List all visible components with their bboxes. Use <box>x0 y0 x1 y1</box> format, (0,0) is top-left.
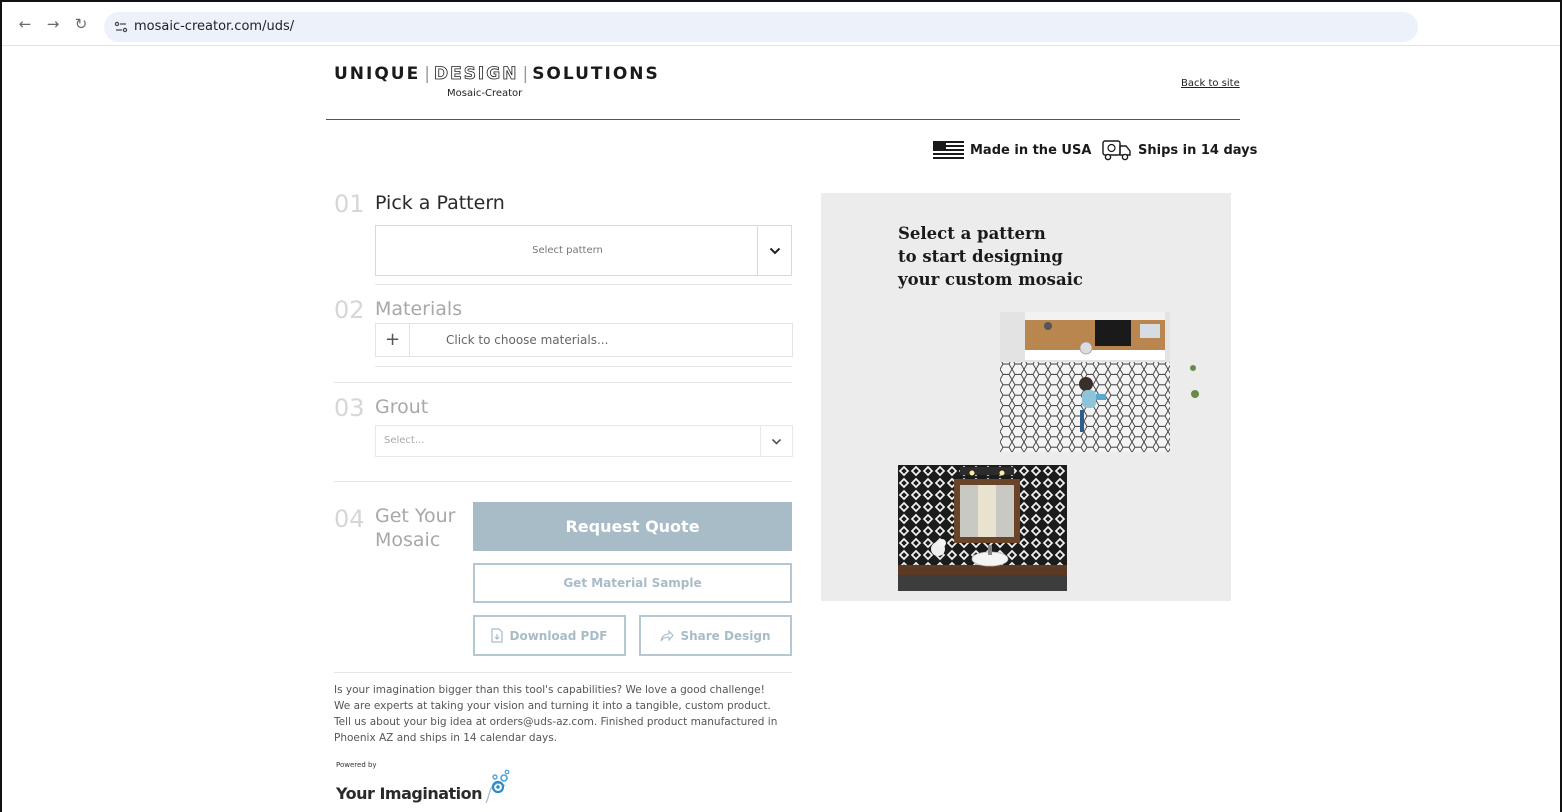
step-title-grout: Grout <box>375 396 429 418</box>
reload-icon[interactable]: ↻ <box>72 15 90 33</box>
request-quote-button[interactable]: Request Quote <box>473 502 792 551</box>
browser-toolbar: ← → ↻ mosaic-creator.com/uds/ <box>2 2 1560 46</box>
custom-order-info: Is your imagination bigger than this too… <box>334 684 778 744</box>
grout-select-placeholder: Select... <box>384 435 425 446</box>
add-material-button[interactable]: + <box>376 324 410 356</box>
step-divider <box>375 284 792 285</box>
chevron-down-icon <box>769 247 780 254</box>
step-title-mosaic-line2: Mosaic <box>375 529 441 551</box>
url-text[interactable]: mosaic-creator.com/uds/ <box>134 19 294 34</box>
pattern-select[interactable]: Select pattern <box>375 225 792 276</box>
materials-picker[interactable]: + Click to choose materials... <box>375 323 793 357</box>
preview-heading: Select a pattern to start designing your… <box>898 222 1118 291</box>
preview-heading-line3: your custom mosaic <box>898 270 1083 289</box>
made-in-usa-label: Made in the USA <box>970 142 1092 158</box>
logo-word-unique: UNIQUE <box>334 64 421 84</box>
powered-by-text: Powered by <box>336 761 377 769</box>
pattern-dropdown-toggle[interactable] <box>757 226 791 275</box>
section-divider <box>334 672 792 673</box>
site-settings-icon[interactable] <box>114 20 128 34</box>
logo-word-solutions: SOLUTIONS <box>532 64 660 84</box>
kitchen-hex-floor-image <box>1000 312 1209 452</box>
ships-badge: Ships in 14 days <box>1102 139 1257 161</box>
share-design-label: Share Design <box>680 628 771 643</box>
header-divider <box>326 119 1240 120</box>
address-bar[interactable]: mosaic-creator.com/uds/ <box>104 12 1418 42</box>
step-title-materials: Materials <box>375 298 463 320</box>
pattern-select-placeholder: Select pattern <box>532 245 603 256</box>
brand-logo[interactable]: UNIQUE | DESIGN | SOLUTIONS Mosaic-Creator <box>334 64 660 99</box>
download-pdf-label: Download PDF <box>509 628 608 643</box>
back-arrow-icon[interactable]: ← <box>16 15 34 33</box>
bathroom-diamond-wall-image <box>898 465 1067 591</box>
logo-subtitle: Mosaic-Creator <box>447 88 523 99</box>
made-in-usa-badge: Made in the USA <box>933 139 1091 161</box>
material-sample-button[interactable]: Get Material Sample <box>473 563 792 603</box>
share-arrow-icon <box>660 629 675 641</box>
file-download-icon <box>491 628 504 643</box>
powered-by-logo[interactable]: Powered by Your Imagination <box>336 761 512 804</box>
step-number-01: 01 <box>334 190 365 218</box>
step-title-mosaic: Get Your Mosaic <box>375 504 455 552</box>
material-sample-label: Get Material Sample <box>563 576 702 590</box>
ships-label: Ships in 14 days <box>1138 142 1258 158</box>
chevron-down-icon <box>771 438 782 445</box>
us-flag-icon <box>933 141 964 159</box>
step-divider <box>334 382 792 383</box>
step-number-03: 03 <box>334 394 365 422</box>
back-to-site-link[interactable]: Back to site <box>1181 78 1240 89</box>
step-number-04: 04 <box>334 505 365 533</box>
preview-heading-line1: Select a pattern <box>898 224 1046 243</box>
forward-arrow-icon[interactable]: → <box>44 15 62 33</box>
grout-select[interactable]: Select... <box>375 425 793 457</box>
pattern-preview-panel: Select a pattern to start designing your… <box>821 193 1231 601</box>
step-title-mosaic-line1: Get Your <box>375 505 456 527</box>
truck-icon <box>1102 140 1131 161</box>
preview-heading-line2: to start designing <box>898 247 1063 266</box>
step-divider <box>334 481 792 482</box>
step-title-pattern: Pick a Pattern <box>375 192 505 214</box>
gears-head-icon <box>485 769 510 804</box>
grout-dropdown-toggle[interactable] <box>760 426 792 456</box>
download-pdf-button[interactable]: Download PDF <box>473 615 626 656</box>
materials-placeholder: Click to choose materials... <box>446 333 609 347</box>
logo-word-design: DESIGN <box>433 64 519 85</box>
share-design-button[interactable]: Share Design <box>639 615 792 656</box>
step-divider <box>375 366 792 367</box>
step-number-02: 02 <box>334 296 365 324</box>
powered-by-brand: Your Imagination <box>336 784 483 803</box>
